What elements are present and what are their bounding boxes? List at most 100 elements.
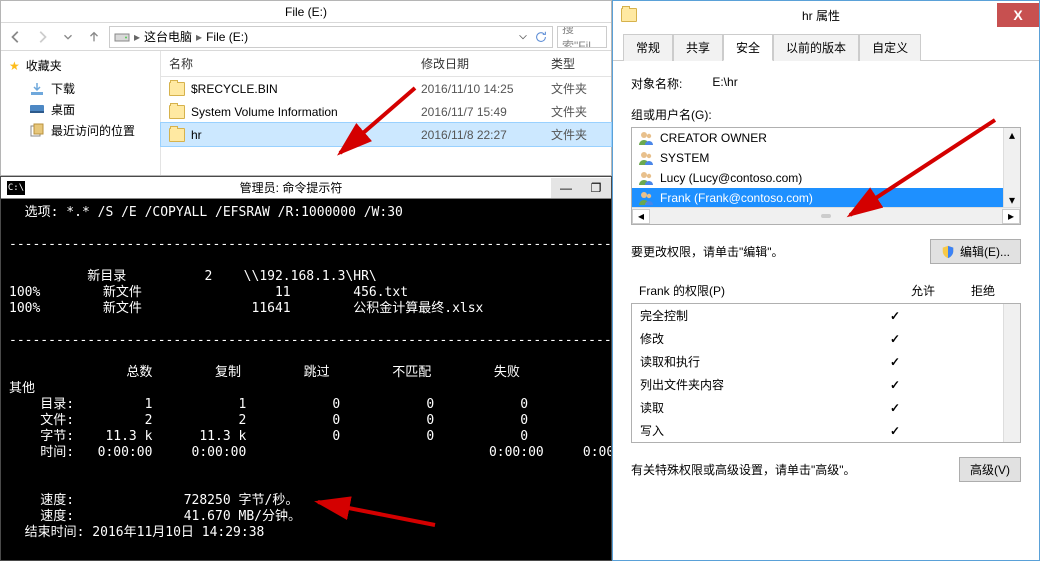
sidebar-favorites[interactable]: ★ 收藏夹 (9, 57, 152, 74)
edit-hint: 要更改权限，请单击"编辑"。 (631, 243, 784, 260)
recent-dropdown[interactable] (57, 26, 79, 48)
user-name: Frank (Frank@contoso.com) (660, 191, 813, 205)
user-icon (638, 190, 654, 206)
user-name: CREATOR OWNER (660, 131, 767, 145)
desktop-icon (29, 102, 45, 118)
cmd-title: 管理员: 命令提示符 (31, 179, 551, 196)
file-type: 文件夹 (551, 103, 611, 120)
perm-name: 完全控制 (640, 307, 865, 324)
tab-2[interactable]: 安全 (723, 34, 773, 61)
props-title: hr 属性 (645, 7, 997, 24)
cmd-icon: C:\ (7, 181, 25, 195)
folder-icon (621, 8, 637, 22)
perm-allow: ✓ (865, 424, 925, 438)
address-bar[interactable]: ▸ 这台电脑 ▸ File (E:) (109, 26, 553, 48)
perm-allow: ✓ (865, 332, 925, 346)
col-type[interactable]: 类型 (551, 55, 611, 72)
folder-icon (169, 105, 185, 119)
refresh-icon[interactable] (534, 30, 548, 44)
sidebar-item-label: 最近访问的位置 (51, 122, 135, 139)
perm-scrollbar[interactable] (1003, 304, 1020, 442)
file-name: System Volume Information (191, 105, 338, 119)
perm-row: 完全控制✓ (632, 304, 1003, 327)
user-icon (638, 170, 654, 186)
perm-allow: ✓ (865, 309, 925, 323)
cmd-window: C:\ 管理员: 命令提示符 — ❐ 选项: *.* /S /E /COPYAL… (0, 176, 612, 561)
file-date: 2016/11/10 14:25 (421, 82, 551, 96)
annotation-arrow (330, 83, 420, 166)
perm-name: 写入 (640, 422, 865, 439)
col-name[interactable]: 名称 (169, 55, 421, 72)
perm-name: 读取 (640, 399, 865, 416)
breadcrumb-drive[interactable]: File (E:) (206, 30, 248, 44)
recent-icon (29, 123, 45, 139)
sidebar-item-downloads[interactable]: 下载 (9, 78, 152, 99)
file-date: 2016/11/8 22:27 (421, 128, 551, 142)
refresh-dropdown-icon[interactable] (516, 30, 530, 44)
object-name-value: E:\hr (712, 75, 737, 92)
properties-dialog: hr 属性 X 常规共享安全以前的版本自定义 对象名称: E:\hr 组或用户名… (612, 0, 1040, 561)
folder-icon (169, 128, 185, 142)
sidebar-favorites-label: 收藏夹 (26, 57, 62, 74)
cmd-output[interactable]: 选项: *.* /S /E /COPYALL /EFSRAW /R:100000… (1, 199, 611, 560)
perm-list: 完全控制✓修改✓读取和执行✓列出文件夹内容✓读取✓写入✓ (631, 303, 1021, 443)
perm-name: 读取和执行 (640, 353, 865, 370)
user-name: Lucy (Lucy@contoso.com) (660, 171, 802, 185)
tab-3[interactable]: 以前的版本 (773, 34, 859, 61)
star-icon: ★ (9, 59, 20, 73)
file-columns: 名称 修改日期 类型 (161, 51, 611, 77)
up-button[interactable] (83, 26, 105, 48)
user-name: SYSTEM (660, 151, 709, 165)
perm-name: 列出文件夹内容 (640, 376, 865, 393)
object-name-label: 对象名称: (631, 75, 682, 92)
explorer-window: File (E:) ▸ 这台电脑 ▸ File (E:) 搜索"Fil... ★… (0, 0, 612, 176)
download-icon (29, 81, 45, 97)
file-type: 文件夹 (551, 80, 611, 97)
file-type: 文件夹 (551, 126, 611, 143)
perm-header: Frank 的权限(P) 允许 拒绝 (631, 278, 1021, 303)
sidebar-item-label: 桌面 (51, 101, 75, 118)
advanced-button[interactable]: 高级(V) (959, 457, 1021, 482)
search-input[interactable]: 搜索"Fil... (557, 26, 607, 48)
breadcrumb-sep: ▸ (196, 30, 202, 44)
drive-icon (114, 29, 130, 45)
tab-0[interactable]: 常规 (623, 34, 673, 61)
perm-row: 读取和执行✓ (632, 350, 1003, 373)
back-button[interactable] (5, 26, 27, 48)
sidebar-item-recent[interactable]: 最近访问的位置 (9, 120, 152, 141)
vscrollbar[interactable]: ▴▾ (1003, 128, 1020, 207)
minimize-button[interactable]: — (551, 178, 581, 198)
perm-row: 读取✓ (632, 396, 1003, 419)
user-icon (638, 150, 654, 166)
perm-row: 修改✓ (632, 327, 1003, 350)
perm-allow: ✓ (865, 355, 925, 369)
perm-header-title: Frank 的权限(P) (639, 282, 893, 299)
perm-allow: ✓ (865, 401, 925, 415)
forward-button[interactable] (31, 26, 53, 48)
perm-allow: ✓ (865, 378, 925, 392)
explorer-title: File (E:) (1, 1, 611, 23)
tab-1[interactable]: 共享 (673, 34, 723, 61)
col-date[interactable]: 修改日期 (421, 55, 551, 72)
tab-4[interactable]: 自定义 (859, 34, 921, 61)
folder-icon (169, 82, 185, 96)
perm-header-deny: 拒绝 (953, 282, 1013, 299)
breadcrumb-root[interactable]: 这台电脑 (144, 28, 192, 45)
adv-hint: 有关特殊权限或高级设置，请单击"高级"。 (631, 461, 856, 478)
edit-button[interactable]: 编辑(E)... (930, 239, 1021, 264)
annotation-arrow (310, 490, 440, 533)
annotation-arrow (840, 115, 1000, 228)
close-button[interactable]: X (997, 3, 1039, 27)
shield-icon (941, 245, 955, 259)
maximize-button[interactable]: ❐ (581, 178, 611, 198)
sidebar-item-desktop[interactable]: 桌面 (9, 99, 152, 120)
sidebar-item-label: 下载 (51, 80, 75, 97)
file-name: $RECYCLE.BIN (191, 82, 278, 96)
perm-name: 修改 (640, 330, 865, 347)
edit-button-label: 编辑(E)... (960, 243, 1010, 260)
advanced-button-label: 高级(V) (970, 461, 1010, 478)
perm-header-allow: 允许 (893, 282, 953, 299)
perm-row: 写入✓ (632, 419, 1003, 442)
explorer-sidebar: ★ 收藏夹 下载 桌面 最近访问的位置 (1, 51, 161, 175)
tabs: 常规共享安全以前的版本自定义 (613, 33, 1039, 61)
